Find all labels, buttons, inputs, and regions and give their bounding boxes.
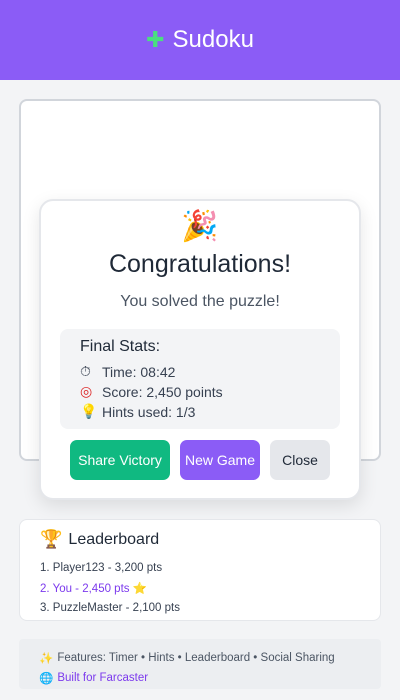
final-stats-panel: Final Stats: ⏱ Time: 08:42 ◎ Score: 2,45… xyxy=(60,329,340,429)
stopwatch-icon: ⏱ xyxy=(80,364,91,380)
modal-actions: Share Victory New Game Close xyxy=(70,440,330,480)
leaderboard-panel: 🏆 Leaderboard 1. Player123 - 3,200 pts 2… xyxy=(19,519,381,621)
party-popper-icon: 🎉 xyxy=(181,209,219,244)
puzzle-piece-icon: ✚ xyxy=(146,27,165,53)
leaderboard-header: 🏆 Leaderboard xyxy=(40,529,380,550)
farcaster-link[interactable]: Built for Farcaster xyxy=(57,668,148,688)
globe-icon: 🌐 xyxy=(39,671,54,685)
sparkles-icon: ✨ xyxy=(39,651,54,665)
features-text: Features: Timer • Hints • Leaderboard • … xyxy=(57,652,335,664)
stat-score: ◎ Score: 2,450 points xyxy=(80,382,340,402)
app-header: ✚ Sudoku xyxy=(0,0,400,80)
target-icon: ◎ xyxy=(80,384,93,400)
star-icon: ⭐ xyxy=(132,581,148,595)
new-game-button[interactable]: New Game xyxy=(180,440,260,480)
stat-hints: 💡 Hints used: 1/3 xyxy=(80,402,340,422)
app-title: Sudoku xyxy=(172,26,254,53)
stat-score-text: Score: 2,450 points xyxy=(102,384,223,400)
leaderboard-entry: 1. Player123 - 3,200 pts xyxy=(40,562,163,574)
stat-time-text: Time: 08:42 xyxy=(102,364,176,380)
stat-time: ⏱ Time: 08:42 xyxy=(80,362,340,382)
farcaster-line: 🌐 Built for Farcaster xyxy=(39,668,381,688)
final-stats-title: Final Stats: xyxy=(80,338,161,355)
congratulations-title: Congratulations! xyxy=(108,250,292,278)
leaderboard-entry-you: 2. You - 2,450 pts ⭐ xyxy=(40,578,380,598)
solved-subtitle: You solved the puzzle! xyxy=(120,293,280,310)
features-footer: ✨ Features: Timer • Hints • Leaderboard … xyxy=(19,639,381,689)
lightbulb-icon: 💡 xyxy=(80,404,98,420)
victory-modal: 🎉 Congratulations! You solved the puzzle… xyxy=(39,199,361,500)
share-victory-button[interactable]: Share Victory xyxy=(70,440,170,480)
trophy-icon: 🏆 xyxy=(40,529,63,550)
stat-hints-text: Hints used: 1/3 xyxy=(102,404,196,420)
close-button[interactable]: Close xyxy=(270,440,330,480)
leaderboard-entry: 3. PuzzleMaster - 2,100 pts xyxy=(40,602,180,614)
leaderboard-entry-you-text: 2. You - 2,450 pts xyxy=(40,583,130,595)
features-line: ✨ Features: Timer • Hints • Leaderboard … xyxy=(39,648,381,668)
leaderboard-title: Leaderboard xyxy=(68,530,160,548)
